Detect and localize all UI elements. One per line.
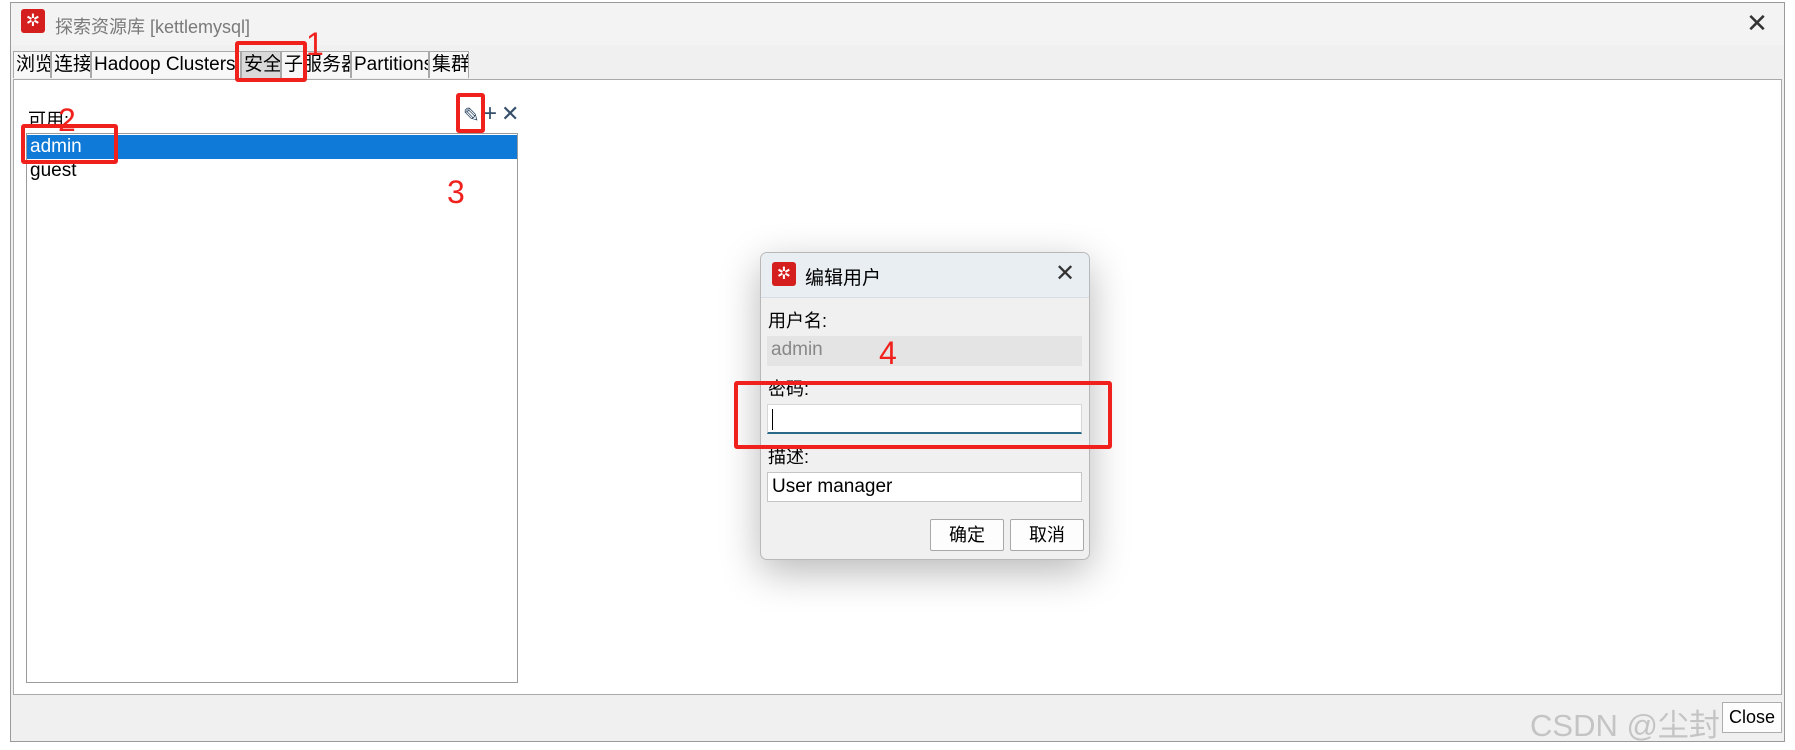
tab-browse[interactable]: 浏览: [13, 51, 51, 78]
ok-button[interactable]: 确定: [930, 519, 1004, 551]
window-close-icon[interactable]: ✕: [1742, 10, 1772, 40]
annotation-box-4: [734, 381, 1112, 449]
username-field: admin: [767, 336, 1082, 366]
annotation-box-3: [456, 93, 485, 133]
user-list: admin guest: [26, 133, 518, 683]
dialog-title-bar: ✲ 编辑用户 ✕: [761, 253, 1089, 298]
close-button[interactable]: Close: [1722, 702, 1782, 733]
username-label: 用户名:: [768, 311, 828, 331]
annotation-number-1: 1: [306, 26, 324, 62]
tab-hadoop-clusters[interactable]: Hadoop Clusters: [91, 51, 241, 78]
tab-connections[interactable]: 连接: [51, 51, 91, 78]
dialog-close-icon[interactable]: ✕: [1050, 261, 1080, 291]
window-title: 探索资源库 [kettlemysql]: [55, 17, 251, 37]
kettle-app-icon: ✲: [21, 9, 45, 33]
description-field[interactable]: User manager: [767, 472, 1082, 502]
title-bar: ✲ 探索资源库 [kettlemysql] ✕: [11, 3, 1784, 45]
bottom-bar: Close: [13, 698, 1782, 738]
annotation-number-2: 2: [58, 102, 76, 138]
annotation-number-3: 3: [447, 174, 465, 210]
dialog-title: 编辑用户: [805, 268, 882, 289]
x-icon[interactable]: ✕: [501, 102, 519, 126]
watermark: CSDN @尘封: [1530, 708, 1720, 743]
plus-icon[interactable]: +: [483, 102, 497, 126]
annotation-number-4: 4: [879, 335, 897, 371]
cancel-button[interactable]: 取消: [1010, 519, 1084, 551]
tab-clusters[interactable]: 集群: [429, 51, 469, 78]
kettle-app-icon: ✲: [772, 262, 796, 286]
tab-partitions[interactable]: Partitions: [351, 51, 429, 78]
annotation-box-1: [235, 41, 307, 82]
